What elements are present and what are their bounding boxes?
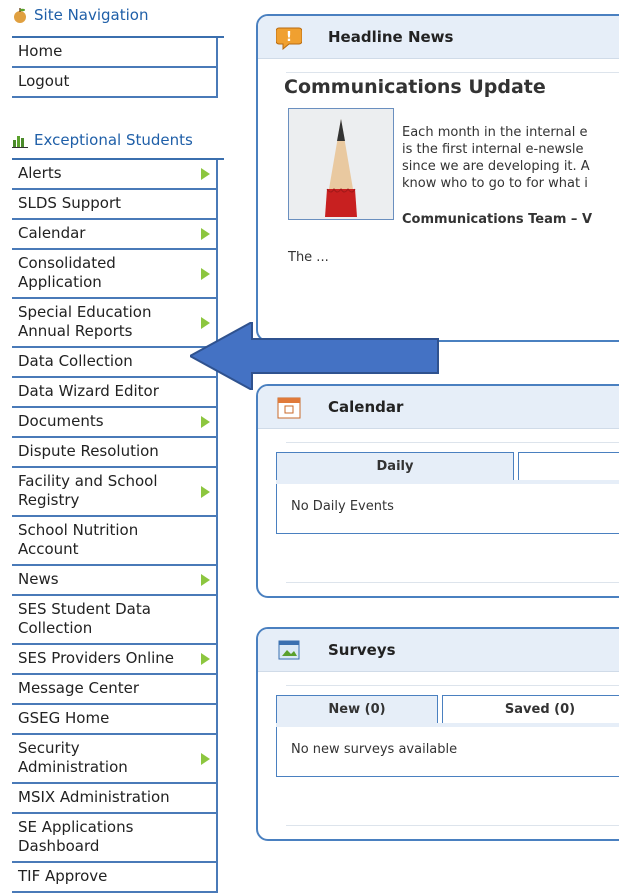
surveys-icon [278,640,300,660]
divider [286,442,619,443]
sidebar-item-logout[interactable]: Logout [12,68,216,98]
headline-news-title: Headline News [328,28,454,46]
surveys-tab-content: No new surveys available [276,727,619,777]
exceptional-students-heading: Exceptional Students [12,131,193,149]
excerpt-line: since we are developing it. A [402,159,590,174]
bar-chart-icon [12,136,28,148]
section-title: Exceptional Students [34,131,193,149]
article-excerpt: Each month in the internal e is the firs… [402,124,619,192]
sidebar-item-label: Data Wizard Editor [18,382,159,400]
submenu-arrow-icon[interactable] [201,168,210,180]
calendar-panel: Calendar Daily No Daily Events [256,384,619,598]
sidebar-item-label: Dispute Resolution [18,442,159,460]
pencil-icon [289,109,393,219]
sidebar-item-label: Home [18,42,63,60]
calendar-icon [277,397,301,419]
sidebar-item-message-center[interactable]: Message Center [12,675,216,705]
surveys-header: Surveys [258,629,619,672]
empty-events-text: No Daily Events [291,499,394,514]
excerpt-line: Each month in the internal e [402,125,588,140]
article-title[interactable]: Communications Update [284,76,546,98]
sidebar-item-school-nutrition-account[interactable]: School Nutrition Account [12,517,216,566]
read-more-link[interactable]: The ... [288,250,329,265]
sidebar-item-facility-and-school-registry[interactable]: Facility and School Registry [12,468,216,517]
tab-daily[interactable]: Daily [276,452,514,480]
sidebar-item-news[interactable]: News [12,566,216,596]
pointer-arrow [190,322,439,390]
article-signature: Communications Team – V [402,212,593,227]
submenu-arrow-icon[interactable] [201,416,210,428]
sidebar-item-data-wizard-editor[interactable]: Data Wizard Editor [12,378,216,408]
divider [286,72,619,73]
sidebar-item-label: TIF Approve [18,867,108,885]
sidebar-item-label: SES Student Data Collection [18,600,151,637]
surveys-panel: Surveys New (0) Saved (0) No new surveys… [256,627,619,841]
sidebar-item-ses-providers-online[interactable]: SES Providers Online [12,645,216,675]
site-navigation-heading: Site Navigation [12,6,148,24]
sidebar-item-tif-approve[interactable]: TIF Approve [12,863,216,893]
surveys-title: Surveys [328,641,396,659]
sidebar-item-label: Documents [18,412,104,430]
sidebar-item-label: Alerts [18,164,62,182]
sidebar-item-alerts[interactable]: Alerts [12,160,216,190]
sidebar-item-security-administration[interactable]: Security Administration [12,735,216,784]
sidebar-item-data-collection[interactable]: Data Collection [12,348,216,378]
exceptional-students-menu: Alerts SLDS Support Calendar Consolidated A… [12,160,218,893]
submenu-arrow-icon[interactable] [201,653,210,665]
sidebar-item-label: Security Administration [18,739,128,776]
sidebar-item-gseg-home[interactable]: GSEG Home [12,705,216,735]
sidebar-item-slds-support[interactable]: SLDS Support [12,190,216,220]
submenu-arrow-icon[interactable] [201,267,210,280]
sidebar-item-label: News [18,570,59,588]
sidebar-item-msix-administration[interactable]: MSIX Administration [12,784,216,814]
sidebar-item-label: Data Collection [18,352,133,370]
svg-text:!: ! [286,30,292,45]
sidebar-item-label: MSIX Administration [18,788,170,806]
excerpt-line: know who to go to for what i [402,176,588,191]
divider [286,582,619,583]
sidebar-item-label: Facility and School Registry [18,472,158,509]
apple-icon [14,8,26,23]
calendar-tab-content: No Daily Events [276,484,619,534]
empty-surveys-text: No new surveys available [291,742,458,757]
excerpt-line: is the first internal e-newsle [402,142,584,157]
sidebar-item-label: Special Education Annual Reports [18,303,152,340]
headline-news-panel: ! Headline News Communications Update Ea… [256,14,619,342]
divider [286,685,619,686]
sidebar-item-label: SE Applications Dashboard [18,818,134,855]
submenu-arrow-icon[interactable] [201,228,210,240]
sidebar-item-label: School Nutrition Account [18,521,139,558]
sidebar-item-dispute-resolution[interactable]: Dispute Resolution [12,438,216,468]
sidebar-item-label: GSEG Home [18,709,110,727]
sidebar-item-calendar[interactable]: Calendar [12,220,216,250]
sidebar-item-consolidated-application[interactable]: Consolidated Application [12,250,216,299]
pencil-image [288,108,394,220]
submenu-arrow-icon[interactable] [201,574,210,586]
site-navigation-title: Site Navigation [34,6,149,24]
sidebar-item-special-education-annual-reports[interactable]: Special Education Annual Reports [12,299,216,348]
calendar-tabs: Daily [276,452,619,480]
sidebar-item-label: Consolidated Application [18,254,116,291]
sidebar-item-label: SES Providers Online [18,649,175,667]
site-navigation-menu: Home Logout [12,38,218,98]
calendar-header: Calendar [258,386,619,429]
survey-tabs: New (0) Saved (0) [276,695,619,723]
submenu-arrow-icon[interactable] [201,752,210,765]
submenu-arrow-icon[interactable] [201,485,210,498]
sidebar-item-se-applications-dashboard[interactable]: SE Applications Dashboard [12,814,216,863]
speech-bubble-icon: ! [276,27,302,50]
sidebar-item-label: Message Center [18,679,139,697]
sidebar-item-home[interactable]: Home [12,38,216,68]
tab-new[interactable]: New (0) [276,695,438,723]
headline-news-header: ! Headline News [258,16,619,59]
sidebar-item-label: SLDS Support [18,194,122,212]
sidebar-item-documents[interactable]: Documents [12,408,216,438]
sidebar-item-label: Calendar [18,224,86,242]
divider [286,825,619,826]
sidebar-item-label: Logout [18,72,70,90]
tab-saved[interactable]: Saved (0) [442,695,619,723]
sidebar-item-ses-student-data-collection[interactable]: SES Student Data Collection [12,596,216,645]
calendar-title: Calendar [328,398,404,416]
tab-other[interactable] [518,452,619,480]
